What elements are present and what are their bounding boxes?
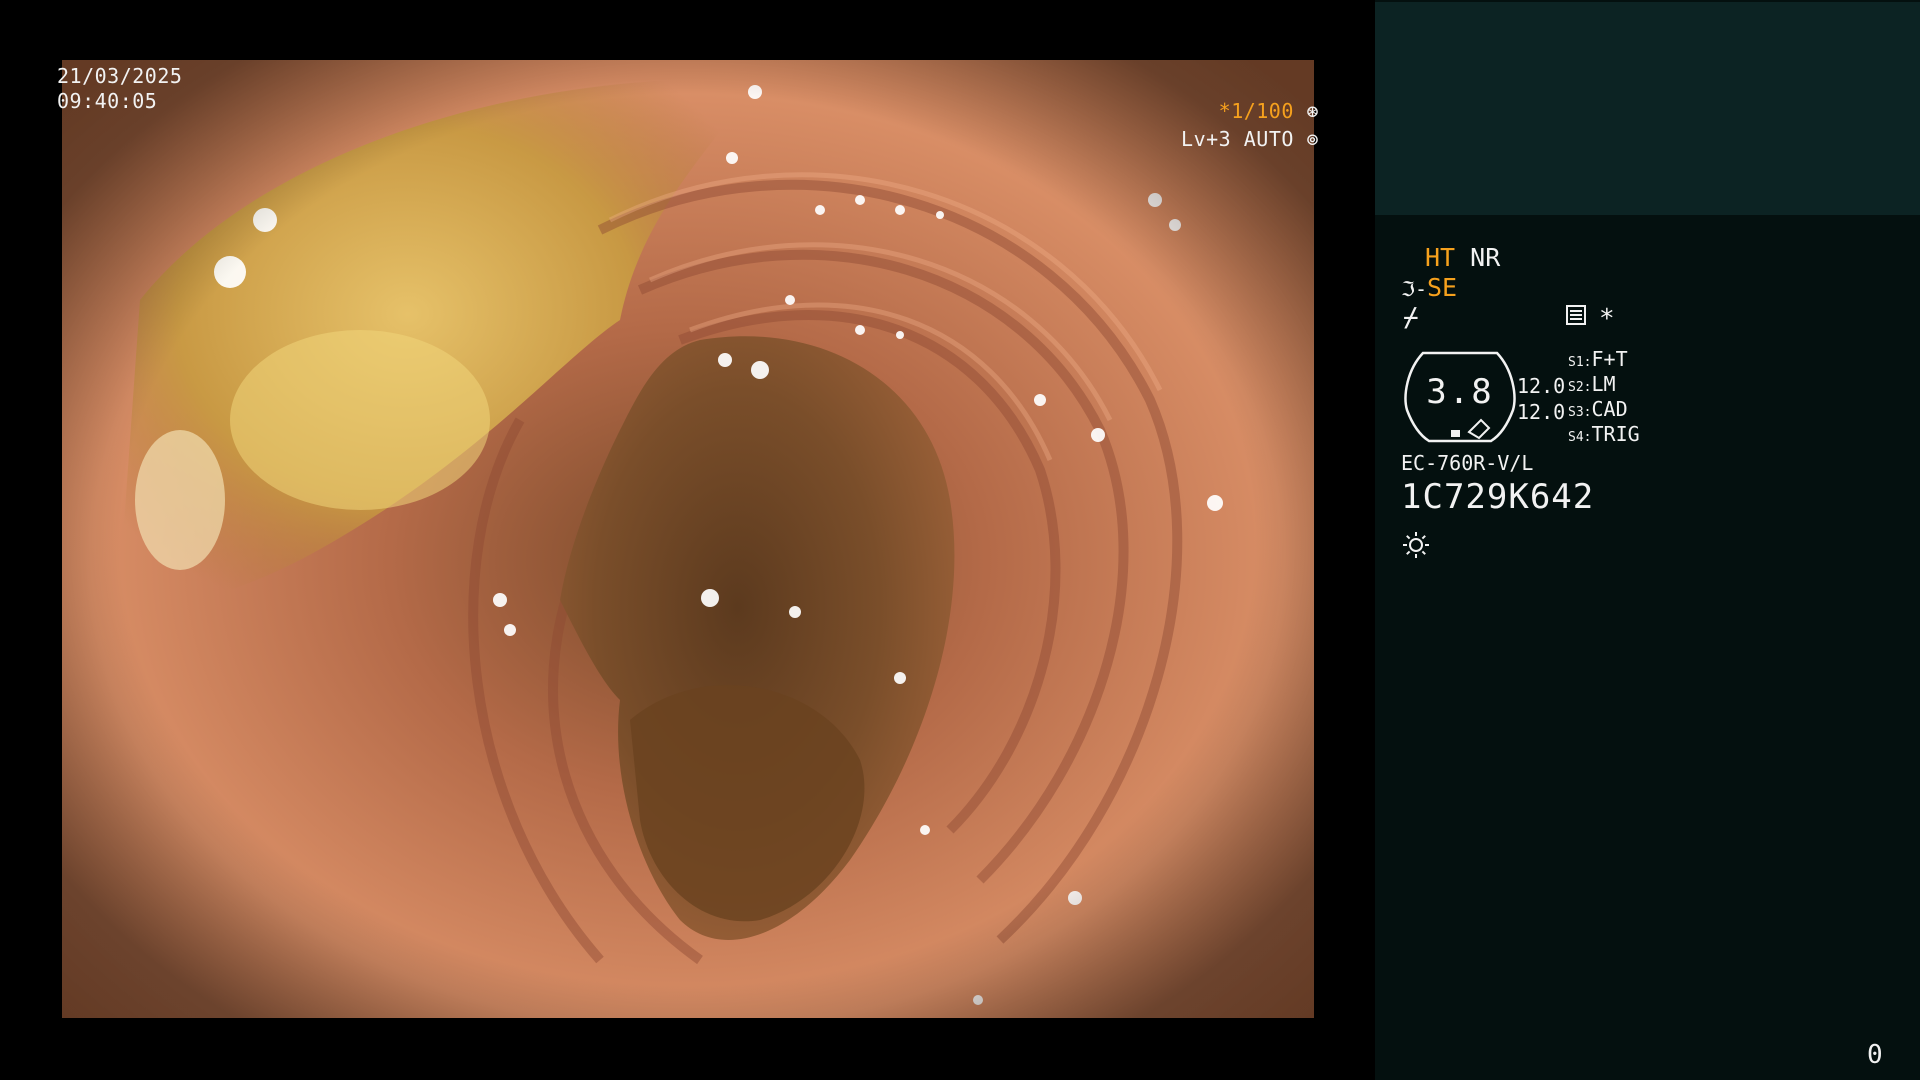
switch-1-value: F+T	[1591, 347, 1628, 371]
value-2: 12.0	[1517, 400, 1566, 424]
ht-label: HT	[1425, 243, 1456, 272]
enhance-icon: ⌿	[1403, 303, 1419, 333]
switch-4-key: S4:	[1568, 430, 1592, 445]
endoscope-video-view: 21/03/2025 09:40:05 *1/100 ⊛ Lv+3 AUTO ⊚	[0, 0, 1375, 1080]
info-panel: HT NR ℑ-SE ⌿ * 3.8 12.0 12.0 S1:F+T S2:L…	[1375, 0, 1920, 1080]
switch-3: S3:CAD	[1568, 397, 1628, 425]
switch-3-value: CAD	[1591, 397, 1628, 421]
scope-serial: 1C729K642	[1401, 477, 1595, 517]
switch-4: S4:TRIG	[1568, 422, 1640, 450]
switch-2-value: LM	[1591, 372, 1616, 396]
se-label: SE	[1427, 273, 1458, 302]
nr-label: NR	[1470, 243, 1501, 272]
exposure-readout: Lv+3 AUTO ⊚	[1181, 127, 1319, 152]
shutter-readout: *1/100 ⊛	[1219, 99, 1319, 124]
ht-nr-status: HT NR	[1425, 243, 1500, 273]
scope-tip-icon: ℑ-	[1401, 277, 1427, 301]
date-text: 21/03/2025	[57, 64, 183, 88]
shutter-icon: ⊛	[1306, 99, 1319, 123]
gauge-value: 3.8	[1426, 372, 1494, 412]
date-time-stamp: 21/03/2025 09:40:05	[57, 64, 182, 114]
switch-4-value: TRIG	[1591, 422, 1640, 446]
switch-3-key: S3:	[1568, 405, 1592, 420]
scope-model: EC-760R-V/L	[1401, 451, 1534, 475]
shutter-prefix: *	[1218, 99, 1232, 123]
colon-lumen-image	[62, 60, 1314, 1018]
time-text: 09:40:05	[57, 89, 158, 113]
switch-2-key: S2:	[1568, 380, 1592, 395]
light-icon	[1403, 532, 1429, 558]
asterisk-indicator: *	[1599, 304, 1615, 334]
endoscopy-monitor: 21/03/2025 09:40:05 *1/100 ⊛ Lv+3 AUTO ⊚…	[0, 0, 1920, 1080]
list-icon	[1566, 305, 1586, 325]
shutter-speed: 1/100	[1231, 99, 1294, 123]
exposure-text: Lv+3 AUTO	[1181, 127, 1294, 151]
switch-1: S1:F+T	[1568, 347, 1628, 375]
switch-1-key: S1:	[1568, 355, 1592, 370]
switch-2: S2:LM	[1568, 372, 1616, 400]
se-status: ℑ-SE	[1401, 273, 1457, 304]
iris-icon: ⊚	[1306, 127, 1319, 151]
frame-count: 0	[1867, 1040, 1883, 1070]
panel-header-area	[1375, 2, 1920, 215]
